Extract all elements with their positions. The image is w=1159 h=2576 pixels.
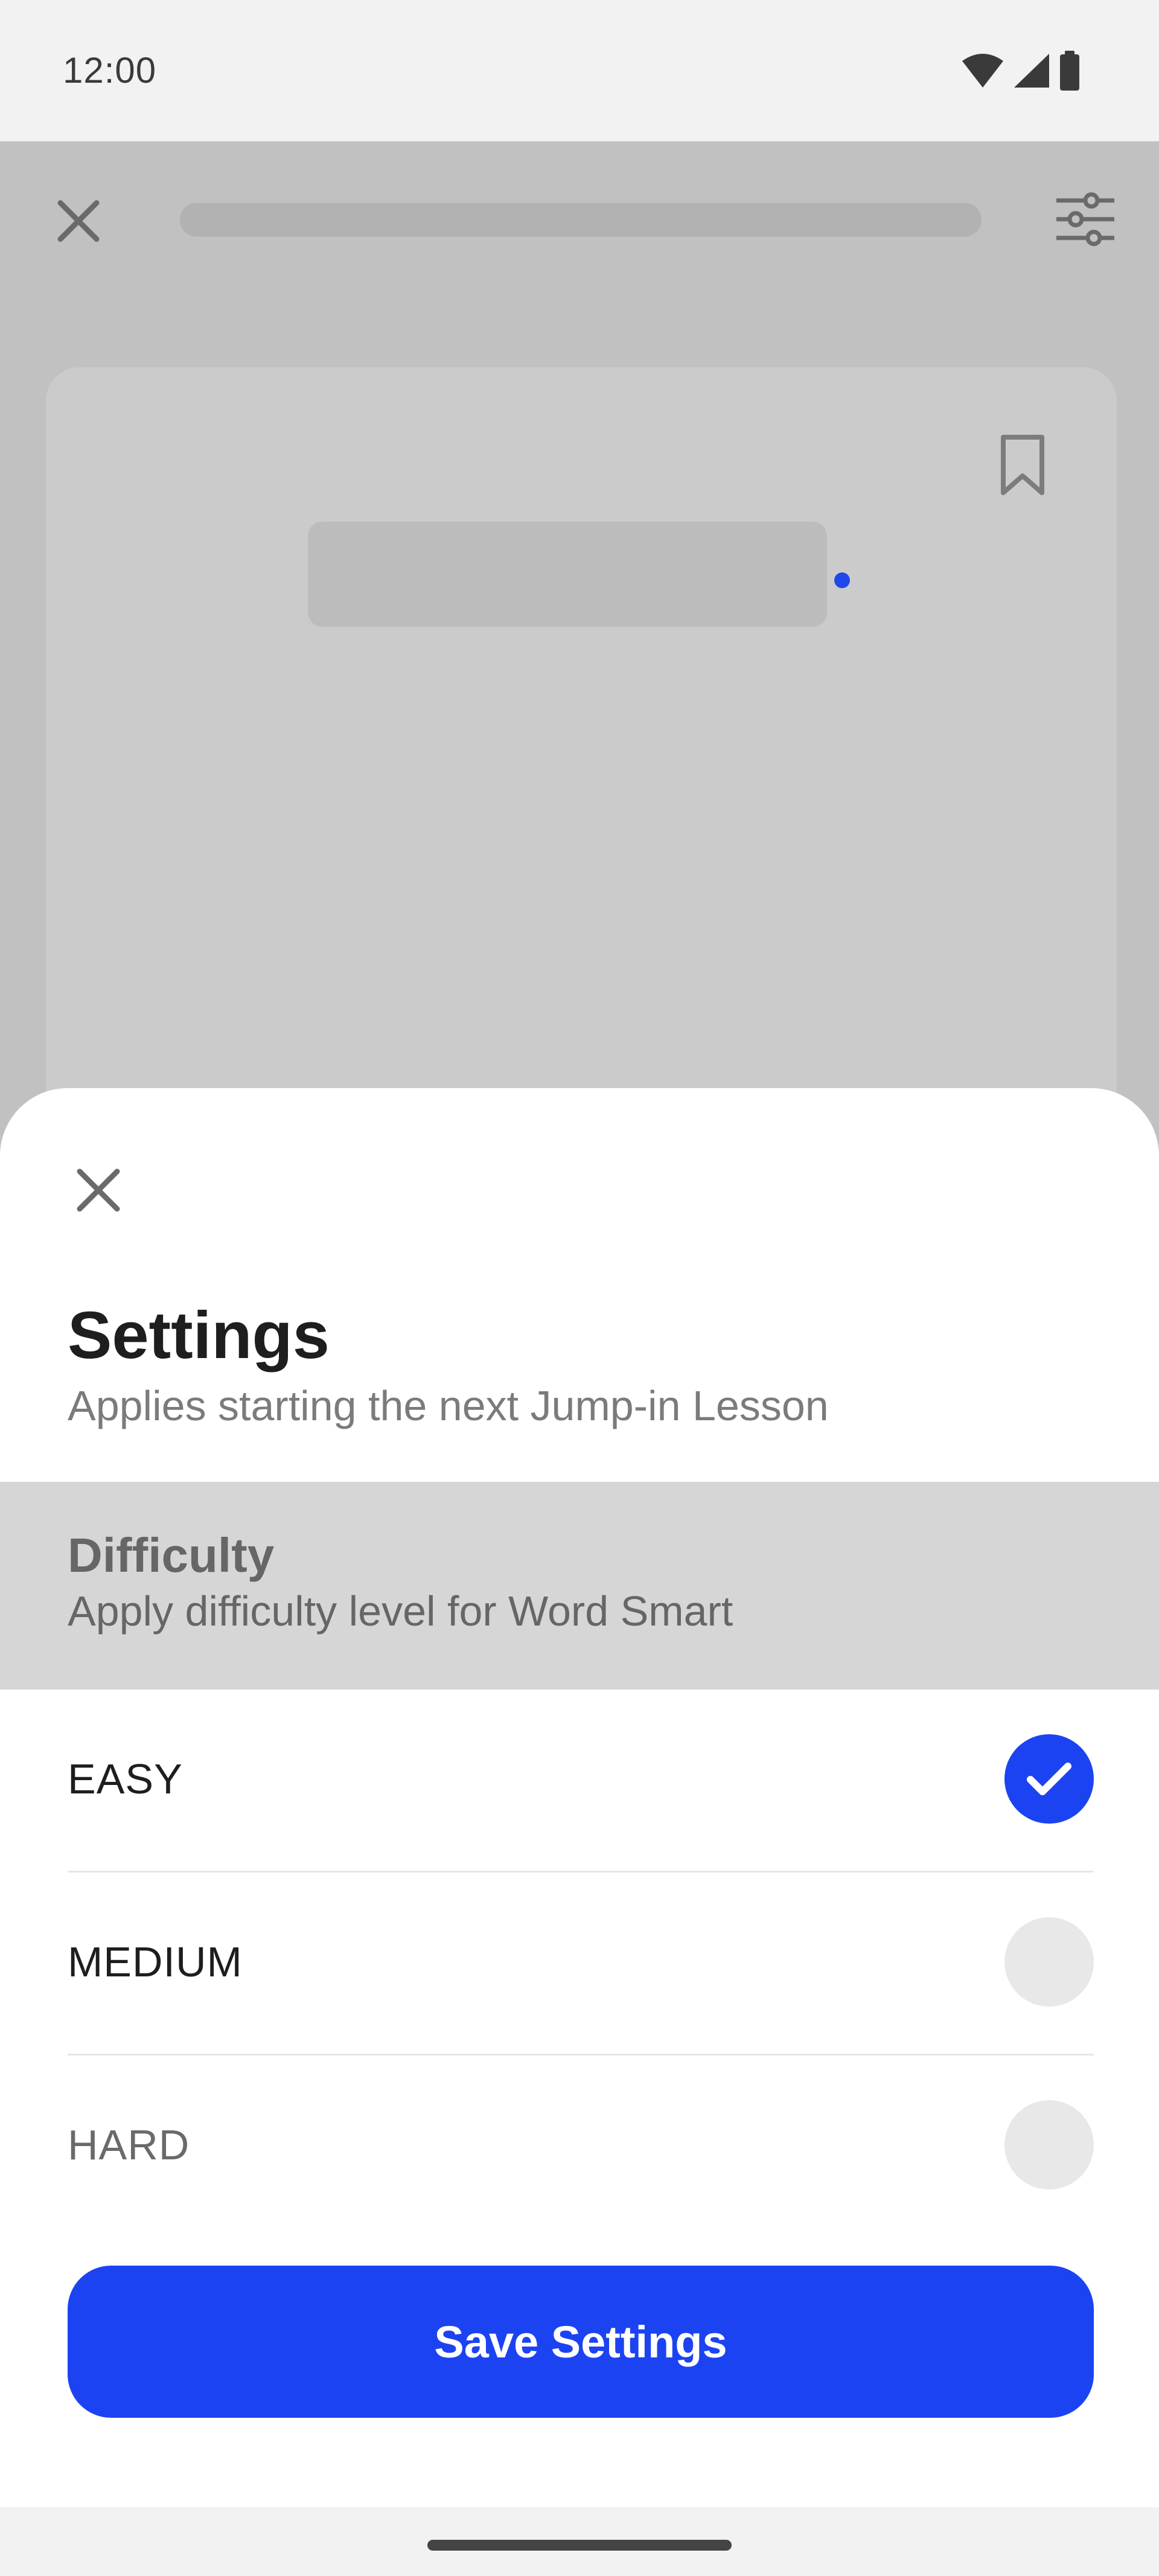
close-icon (54, 197, 103, 248)
navigation-bar (0, 2507, 1159, 2576)
status-bar: 12:00 (0, 0, 1159, 141)
filter-icon (1054, 192, 1117, 249)
option-label: MEDIUM (68, 1938, 243, 1985)
option-easy[interactable]: EASY (68, 1690, 1094, 1871)
option-medium[interactable]: MEDIUM (68, 1873, 1094, 2054)
wifi-icon (962, 54, 1003, 88)
option-label: HARD (68, 2121, 190, 2168)
settings-sheet: Settings Applies starting the next Jump-… (0, 1088, 1159, 2507)
radio-checked[interactable] (1004, 1734, 1094, 1824)
section-title: Difficulty (68, 1528, 275, 1582)
difficulty-section-header: Difficulty Apply difficulty level for Wo… (0, 1482, 1159, 1690)
indicator-dot (834, 572, 850, 588)
word-placeholder (308, 522, 827, 627)
close-icon[interactable] (74, 1165, 123, 1218)
radio-unchecked[interactable] (1004, 2100, 1094, 2190)
save-settings-button[interactable]: Save Settings (68, 2266, 1094, 2418)
signal-icon (1014, 54, 1049, 88)
check-icon (1027, 1763, 1071, 1795)
status-time: 12:00 (63, 50, 157, 91)
status-icons (961, 51, 1081, 91)
sheet-subtitle: Applies starting the next Jump-in Lesson (68, 1382, 829, 1429)
radio-unchecked[interactable] (1004, 1917, 1094, 2007)
section-description: Apply difficulty level for Word Smart (68, 1588, 733, 1635)
bookmark-icon (1000, 434, 1046, 499)
battery-icon (1060, 51, 1079, 91)
home-indicator[interactable] (427, 2540, 732, 2551)
option-hard[interactable]: HARD (68, 2055, 1094, 2237)
option-label: EASY (68, 1755, 183, 1802)
sheet-title: Settings (68, 1298, 330, 1373)
progress-bar (180, 203, 982, 237)
